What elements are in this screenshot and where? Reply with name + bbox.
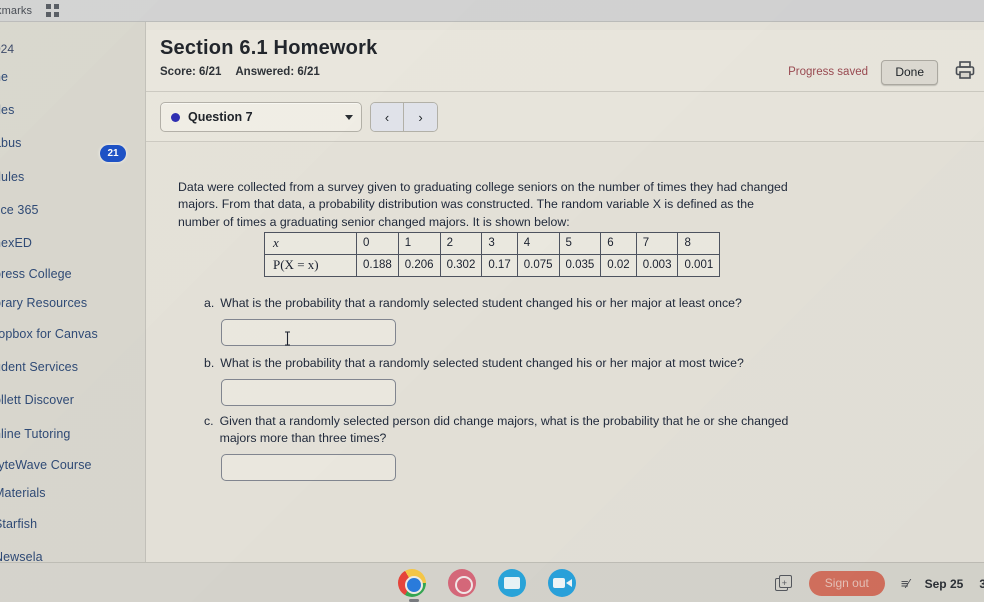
table-row-probability: P(X = x) 0.188 0.206 0.302 0.17 0.075 0.… [264, 254, 721, 277]
table-cell-x: 1 [397, 232, 441, 255]
sidebar-item-cypress-college[interactable]: press College [0, 260, 145, 288]
table-cell-probability: 0.075 [516, 254, 560, 277]
part-a-text: What is the probability that a randomly … [220, 296, 742, 310]
apps-grid-dot [54, 12, 60, 17]
part-c-label: c. [204, 414, 214, 428]
table-cell-probability: 0.02 [600, 254, 637, 277]
answer-input-c[interactable] [221, 454, 396, 482]
pear-deck-icon[interactable] [448, 569, 476, 597]
sidebar-item-modules[interactable]: dules [0, 160, 145, 193]
table-cell-probability: 0.206 [397, 254, 441, 277]
table-cell-x: 5 [558, 232, 602, 255]
assignment-content: Section 6.1 Homework Score: 6/21 Answered… [146, 22, 984, 562]
shelf-clock[interactable]: Sep 25 [925, 577, 964, 591]
part-b-text-row: b. What is the probability that a random… [204, 355, 824, 372]
sidebar-item-brytewave-materials[interactable]: Materials [0, 479, 145, 507]
chrome-icon[interactable] [398, 569, 426, 597]
part-a-text-row: a. What is the probability that a random… [204, 295, 824, 312]
probability-distribution-table: x 0 1 2 3 4 5 6 7 8 P(X = x) 0.188 0.206… [264, 232, 721, 277]
browser-viewport: 024 ne des abus dules fice 365 nexED pre… [0, 22, 984, 564]
course-navigation: 024 ne des abus dules fice 365 nexED pre… [0, 22, 146, 564]
table-row-x: x 0 1 2 3 4 5 6 7 8 [264, 232, 721, 255]
question-prompt: Data were collected from a survey given … [178, 180, 788, 229]
question-part-a: a. What is the probability that a random… [204, 295, 824, 347]
done-button[interactable]: Done [881, 60, 938, 85]
part-a-label: a. [204, 296, 215, 310]
new-window-icon[interactable]: + [774, 574, 793, 593]
plus-glyph: + [781, 577, 788, 588]
battery-status[interactable]: 3 [979, 577, 984, 591]
page-title: Section 6.1 Homework [160, 37, 378, 59]
part-c-text: Given that a randomly selected person di… [219, 414, 789, 446]
question-body: Data were collected from a survey given … [146, 143, 984, 562]
sidebar-item-starfish[interactable]: Starfish [0, 507, 145, 540]
score-summary: Score: 6/21 Answered: 6/21 [160, 66, 320, 78]
sidebar-item-grades[interactable]: des [0, 93, 145, 126]
table-cell-x: 8 [677, 232, 721, 255]
part-b-text: What is the probability that a randomly … [220, 356, 744, 370]
question-part-c: c. Given that a randomly selected person… [204, 413, 824, 482]
screen: kmarks 024 ne des abus dules fice 365 ne… [0, 0, 984, 602]
question-pager: ‹ › [370, 102, 438, 132]
sidebar-item-brytewave-course[interactable]: ryteWave Course [0, 451, 145, 479]
table-cell-probability: 0.302 [439, 254, 483, 277]
question-navigation-bar: Question 7 ‹ › 0/1 pt ↺ 3 2 [146, 92, 984, 188]
unread-badge[interactable]: 21 [100, 145, 126, 162]
sidebar-item-connexed[interactable]: nexED [0, 227, 145, 260]
answer-input-a[interactable] [221, 319, 396, 347]
previous-question-button[interactable]: ‹ [371, 103, 404, 131]
sidebar-item-follett-discover[interactable]: ollett Discover [0, 384, 145, 417]
apps-grid-dot [54, 4, 60, 9]
table-cell-probability: 0.001 [677, 254, 721, 277]
table-cell-probability: 0.188 [356, 254, 399, 277]
next-question-button[interactable]: › [404, 103, 437, 131]
answered-label: Answered: 6/21 [235, 66, 320, 78]
bookmark-item[interactable]: kmarks [0, 5, 32, 17]
table-cell-x: 7 [635, 232, 679, 255]
sidebar-item-dropbox-for-canvas[interactable]: ropbox for Canvas [0, 317, 145, 350]
chevron-down-icon [345, 114, 353, 120]
table-cell-x: 2 [439, 232, 483, 255]
meet-icon[interactable] [548, 569, 576, 597]
row-header-x: x [264, 232, 357, 255]
score-label: Score: 6/21 [160, 66, 222, 78]
sidebar-item-home[interactable]: ne [0, 60, 145, 93]
question-status-dot [171, 112, 180, 122]
table-cell-x: 3 [481, 232, 518, 255]
sidebar-item-online-tutoring[interactable]: nline Tutoring [0, 417, 145, 450]
row-header-probability: P(X = x) [264, 254, 357, 277]
assignment-header: Section 6.1 Homework Score: 6/21 Answered… [146, 30, 984, 92]
part-b-label: b. [204, 356, 215, 370]
table-cell-x: 0 [356, 232, 399, 255]
notifications-icon[interactable]: ≡⁄ [901, 576, 910, 591]
sidebar-item-library-resources[interactable]: brary Resources [0, 289, 145, 317]
shelf-status-area: + Sign out ≡⁄ Sep 25 3 [774, 571, 984, 596]
sign-out-button[interactable]: Sign out [808, 571, 885, 596]
table-cell-probability: 0.003 [635, 254, 679, 277]
classroom-icon[interactable] [498, 569, 526, 597]
apps-grid-icon[interactable] [46, 4, 60, 17]
apps-grid-dot [46, 4, 52, 9]
answer-input-b[interactable] [221, 379, 396, 407]
progress-saved-status: Progress saved [788, 66, 868, 78]
table-cell-x: 6 [600, 232, 637, 255]
table-cell-probability: 0.035 [558, 254, 602, 277]
question-part-b: b. What is the probability that a random… [204, 355, 824, 407]
sidebar-item-student-services[interactable]: udent Services [0, 350, 145, 383]
shelf-app-icons [398, 569, 576, 597]
question-select-dropdown[interactable]: Question 7 [160, 102, 362, 132]
nav-course-year: 024 [0, 42, 15, 56]
chromeos-shelf: + Sign out ≡⁄ Sep 25 3 [0, 562, 984, 602]
text-cursor-icon [285, 331, 290, 346]
apps-grid-dot [46, 12, 52, 17]
browser-bookmarks-bar: kmarks [0, 0, 984, 22]
sidebar-item-office365[interactable]: fice 365 [0, 194, 145, 227]
table-cell-x: 4 [516, 232, 560, 255]
table-cell-probability: 0.17 [481, 254, 518, 277]
part-c-text-row: c. Given that a randomly selected person… [204, 413, 824, 447]
printer-icon[interactable] [954, 60, 976, 80]
question-select-label: Question 7 [188, 110, 253, 124]
